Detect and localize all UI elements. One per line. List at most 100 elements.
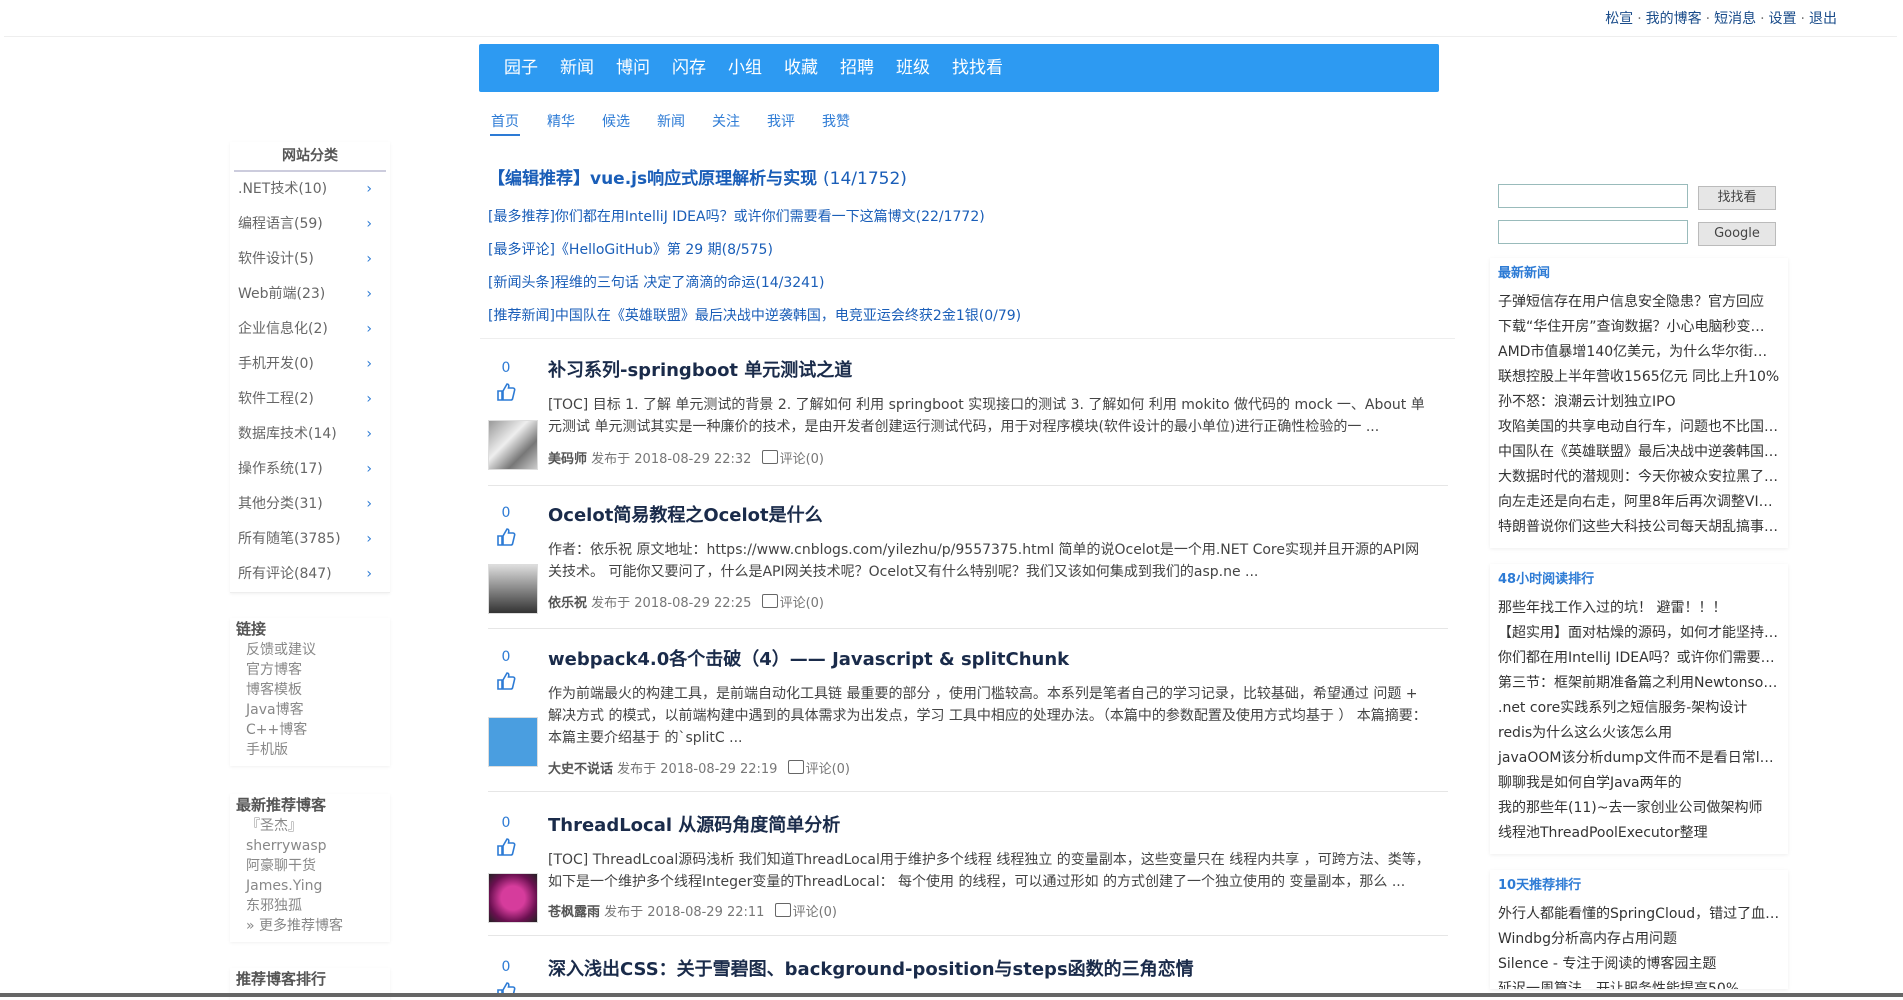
nav-item[interactable]: 收藏 [784,44,818,92]
category-item[interactable]: .NET技术(10) › [230,172,390,207]
hot-post-link[interactable]: 你们都在用IntelliJ IDEA吗？或许你们需要… [1490,646,1780,671]
nav-item[interactable]: 园子 [504,44,538,92]
sub-nav-item[interactable]: 我评 [767,110,795,134]
blogger-link[interactable]: 东邪独孤 [230,896,390,916]
category-item[interactable]: 企业信息化(2) › [230,312,390,347]
hot-post-link[interactable]: 线程池ThreadPoolExecutor整理 [1490,821,1780,846]
news-link[interactable]: 中国队在《英雄联盟》最后决战中逆袭韩国… [1490,440,1780,465]
blogger-link[interactable]: sherrywasp [230,836,390,856]
category-item[interactable]: Web前端(23) › [230,277,390,312]
thumbs-up-icon[interactable] [496,527,516,547]
category-item[interactable]: 其他分类(31) › [230,487,390,522]
side-link[interactable]: 反馈或建议 [230,640,390,660]
post-comments[interactable]: 评论(0) [793,905,837,920]
news-link[interactable]: 联想控股上半年营收1565亿元 同比上升10% [1490,365,1780,390]
category-item[interactable]: 操作系统(17) › [230,452,390,487]
blogger-link[interactable]: 阿豪聊干货 [230,856,390,876]
news-link[interactable]: 下载“华住开房”查询数据？小心电脑秒变… [1490,315,1780,340]
post-author[interactable]: 美码师 [548,452,587,467]
google-search-input[interactable] [1498,220,1688,244]
user-link-messages[interactable]: 短消息 [1714,11,1756,27]
nav-item[interactable]: 小组 [728,44,762,92]
sub-nav-item[interactable]: 候选 [602,110,630,134]
news-link[interactable]: 特朗普说你们这些大科技公司每天胡乱搞事… [1490,515,1780,540]
rec-post-link[interactable]: 外行人都能看懂的SpringCloud，错过了血… [1490,902,1780,927]
thumbs-up-icon[interactable] [496,382,516,402]
post-title[interactable]: Ocelot简易教程之Ocelot是什么 [548,501,823,527]
news-link[interactable]: 子弹短信存在用户信息安全隐患？官方回应 [1490,290,1780,315]
sub-nav-item[interactable]: 关注 [712,110,740,134]
headline-link[interactable]: [最多推荐]你们都在用IntelliJ IDEA吗？或许你们需要看一下这篇博文(… [488,206,985,226]
sub-nav-home[interactable]: 首页 [490,110,520,136]
rec-post-link[interactable]: Silence - 专注于阅读的博客园主题 [1490,952,1780,977]
headline-link[interactable]: [推荐新闻]中国队在《英雄联盟》最后决战中逆袭韩国，电竞亚运会终获2金1银(0/… [488,305,1021,325]
editor-pick[interactable]: 【编辑推荐】vue.js响应式原理解析与实现 (14/1752) [488,164,907,189]
user-link-logout[interactable]: 退出 [1809,11,1837,27]
hot-post-link[interactable]: redis为什么这么火该怎么用 [1490,721,1780,746]
news-link[interactable]: 向左走还是向右走，阿里8年后再次调整VI… [1490,490,1780,515]
category-item[interactable]: 软件设计(5) › [230,242,390,277]
rec-post-link[interactable]: 延迟一周算法，开让服务性能提高50% [1490,977,1780,989]
hot-post-link[interactable]: 第三节：框架前期准备篇之利用Newtonso… [1490,671,1780,696]
side-link[interactable]: 手机版 [230,740,390,760]
avatar[interactable] [488,420,538,470]
user-link-username[interactable]: 松宣 [1605,11,1633,27]
search-button[interactable]: 找找看 [1698,186,1776,210]
post-author[interactable]: 大史不说话 [548,762,613,777]
news-link[interactable]: AMD市值暴增140亿美元，为什么华尔街仍… [1490,340,1780,365]
side-link[interactable]: Java博客 [230,700,390,720]
headline-link[interactable]: [最多评论]《HelloGitHub》第 29 期(8/575) [488,239,773,259]
post-comments[interactable]: 评论(0) [806,762,850,777]
thumbs-up-icon[interactable] [496,671,516,691]
nav-item[interactable]: 博问 [616,44,650,92]
blogger-link[interactable]: 『圣杰』 [230,816,390,836]
post-comments[interactable]: 评论(0) [780,596,824,611]
category-item[interactable]: 所有随笔(3785) › [230,522,390,557]
avatar[interactable] [488,717,538,767]
hot-post-link[interactable]: 【超实用】面对枯燥的源码，如何才能坚持… [1490,621,1780,646]
hot-post-link[interactable]: 那些年找工作入过的坑！ 避雷！！！ [1490,596,1780,621]
post-author[interactable]: 依乐祝 [548,596,587,611]
post-author[interactable]: 苍枫露雨 [548,905,600,920]
hot-post-link[interactable]: javaOOM该分析dump文件而不是看日常lo… [1490,746,1780,771]
nav-item[interactable]: 招聘 [840,44,874,92]
news-link[interactable]: 大数据时代的潜规则：今天你被众安拉黑了… [1490,465,1780,490]
post-title[interactable]: 补习系列-springboot 单元测试之道 [548,356,852,382]
side-link[interactable]: 博客模板 [230,680,390,700]
nav-item[interactable]: 闪存 [672,44,706,92]
side-link[interactable]: C++博客 [230,720,390,740]
headline-link[interactable]: [新闻头条]程维的三句话 决定了滴滴的命运(14/3241) [488,272,824,292]
news-link[interactable]: 孙不怒：浪潮云计划独立IPO [1490,390,1780,415]
hot-post-link[interactable]: 聊聊我是如何自学Java两年的 [1490,771,1780,796]
thumbs-up-icon[interactable] [496,981,516,993]
rec-post-link[interactable]: Windbg分析高内存占用问题 [1490,927,1780,952]
category-item[interactable]: 编程语言(59) › [230,207,390,242]
category-item[interactable]: 数据库技术(14) › [230,417,390,452]
nav-item[interactable]: 找找看 [952,44,1003,92]
horizontal-scrollbar[interactable] [0,993,1903,997]
sub-nav-item[interactable]: 精华 [547,110,575,134]
sub-nav-item[interactable]: 新闻 [657,110,685,134]
sub-nav-item[interactable]: 我赞 [822,110,850,134]
avatar[interactable] [488,564,538,614]
user-link-settings[interactable]: 设置 [1769,11,1797,27]
thumbs-up-icon[interactable] [496,837,516,857]
post-title[interactable]: webpack4.0各个击破（4）—— Javascript & splitCh… [548,645,1069,671]
nav-item[interactable]: 班级 [896,44,930,92]
post-title[interactable]: 深入浅出CSS：关于雪碧图、background-position与steps函… [548,955,1194,981]
user-link-my-blog[interactable]: 我的博客 [1646,11,1702,27]
search-input[interactable] [1498,184,1688,208]
avatar[interactable] [488,873,538,923]
post-comments[interactable]: 评论(0) [780,452,824,467]
blogger-link[interactable]: James.Ying [230,876,390,896]
category-item[interactable]: 所有评论(847) › [230,557,390,592]
hot-post-link[interactable]: 我的那些年(11)~去一家创业公司做架构师 [1490,796,1780,821]
more-bloggers-link[interactable]: » 更多推荐博客 [230,916,390,936]
side-link[interactable]: 官方博客 [230,660,390,680]
category-item[interactable]: 手机开发(0) › [230,347,390,382]
nav-item[interactable]: 新闻 [560,44,594,92]
hot-post-link[interactable]: .net core实践系列之短信服务-架构设计 [1490,696,1780,721]
news-link[interactable]: 攻陷美国的共享电动自行车，问题也不比国… [1490,415,1780,440]
category-item[interactable]: 软件工程(2) › [230,382,390,417]
google-button[interactable]: Google [1698,222,1776,246]
